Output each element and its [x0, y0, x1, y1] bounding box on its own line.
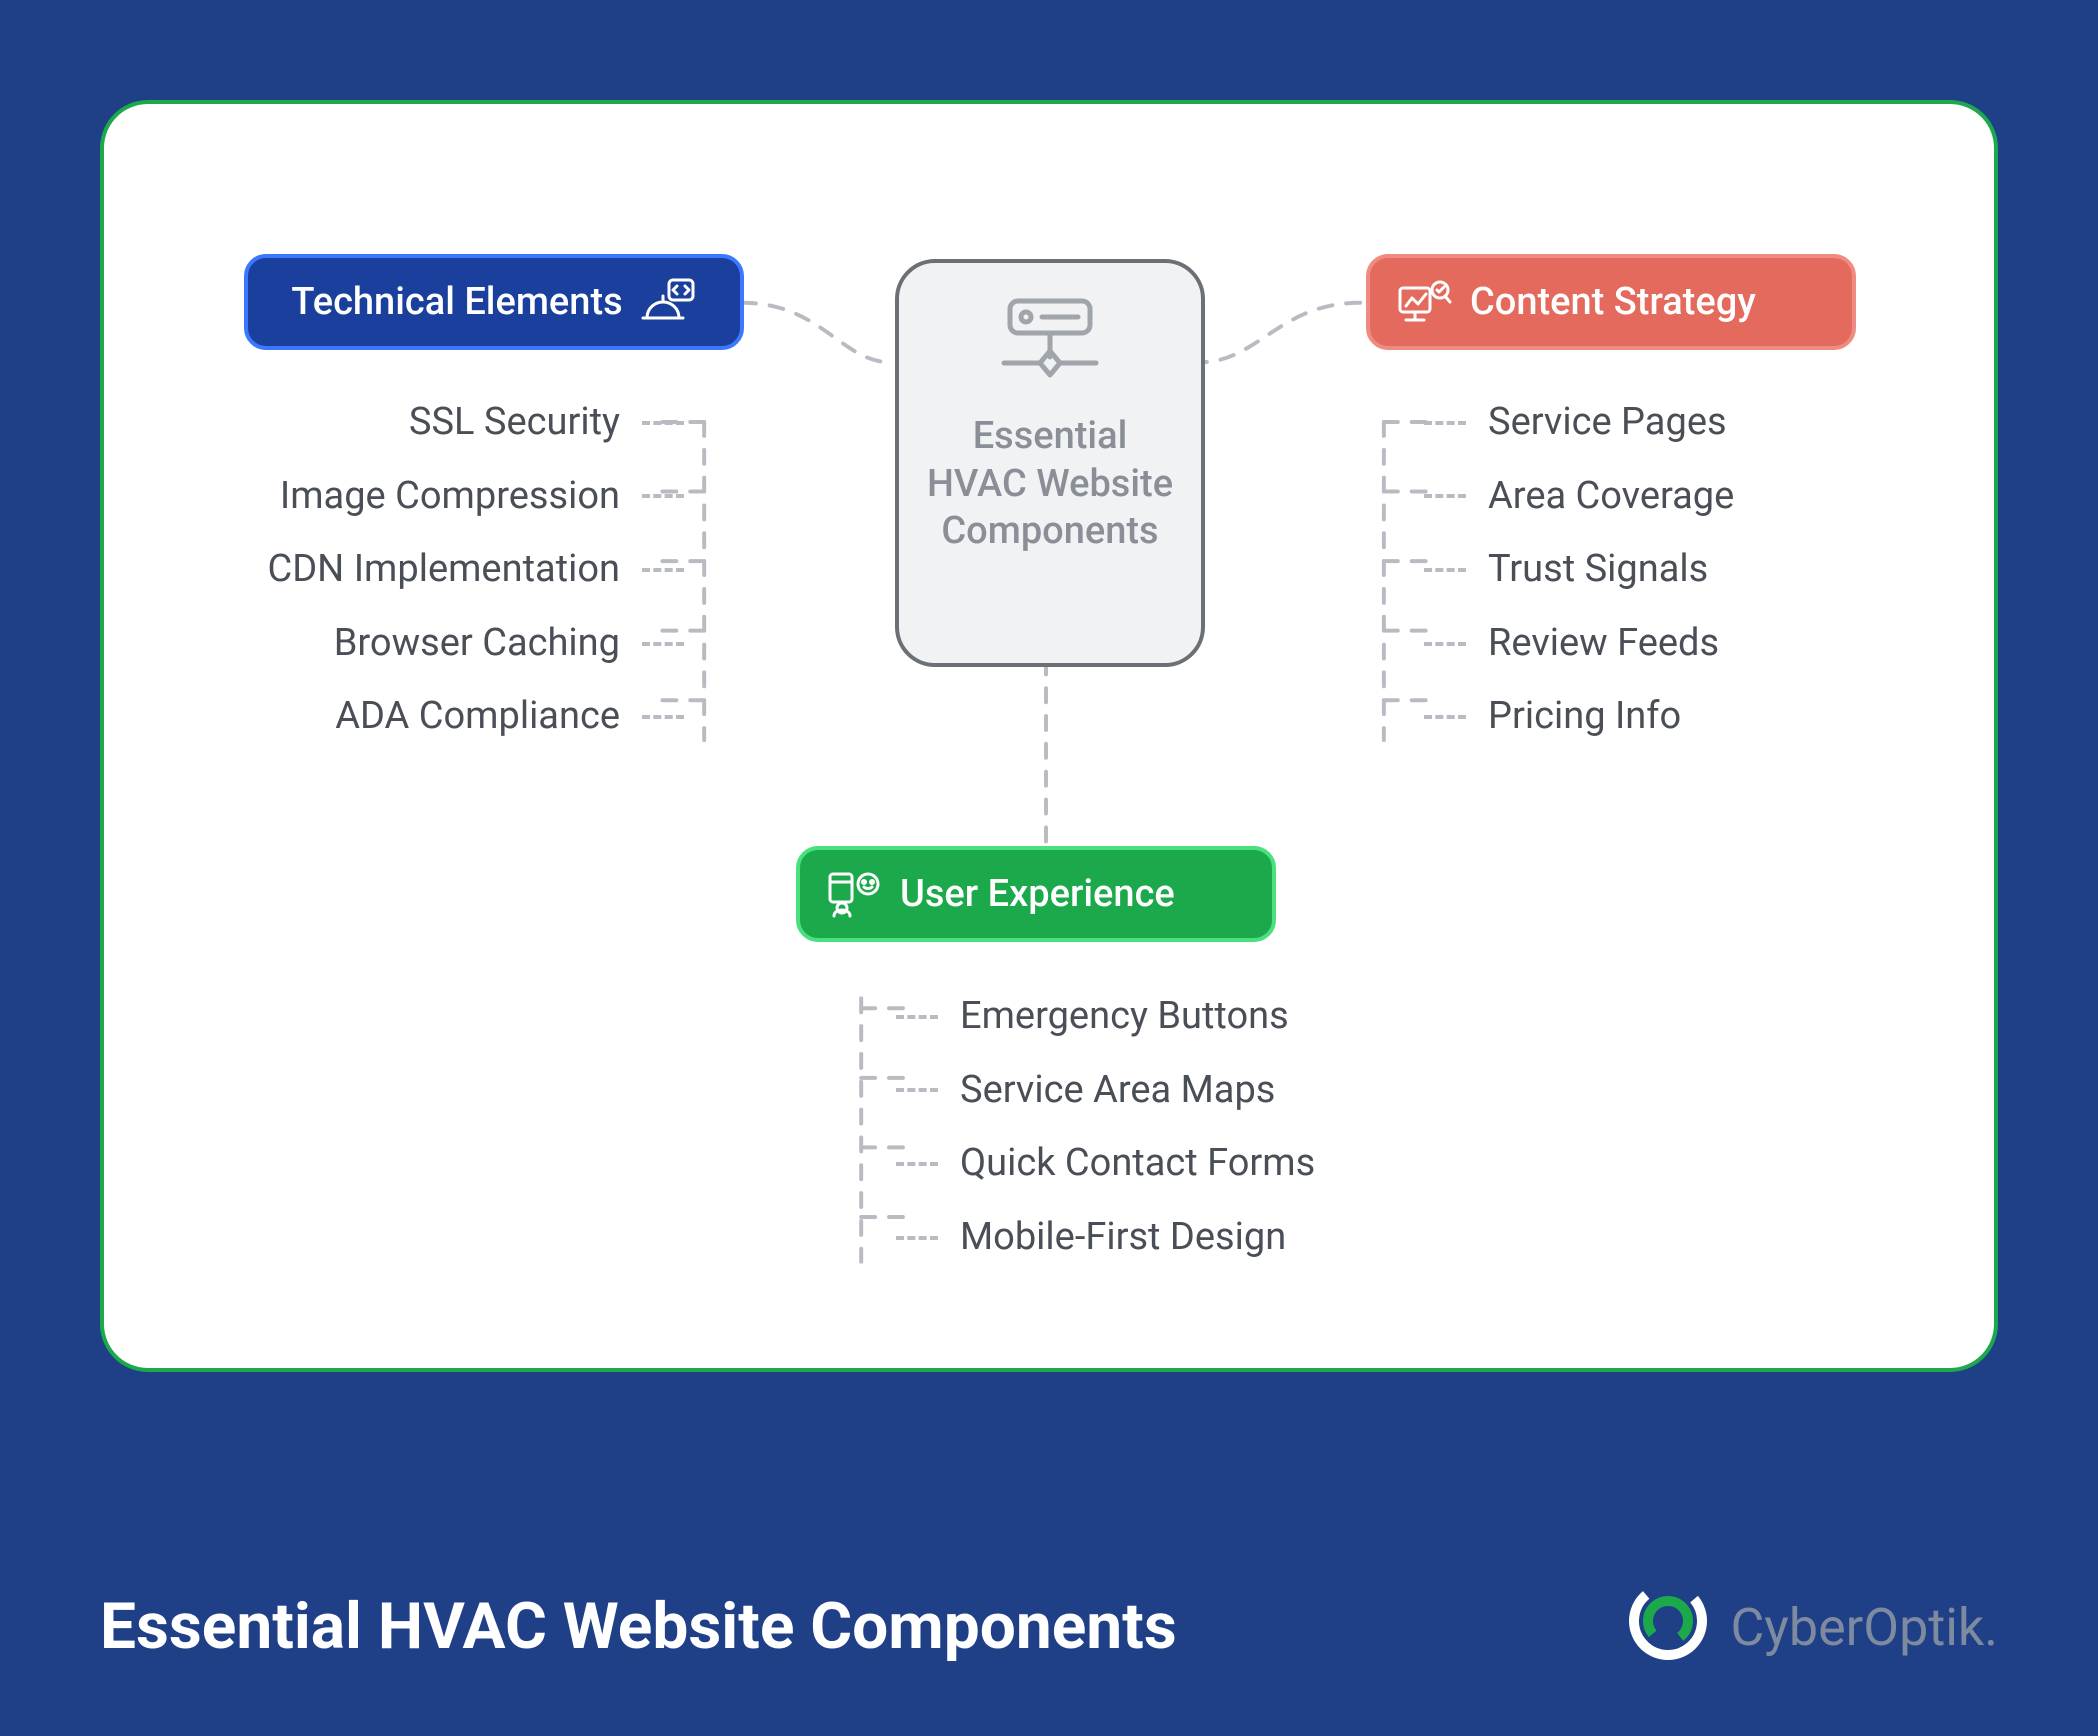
- connector-stub: [642, 421, 684, 425]
- brand-name: CyberOptik.: [1730, 1597, 1998, 1658]
- server-network-icon: [990, 293, 1110, 397]
- technical-items: SSL Security Image Compression CDN Imple…: [244, 400, 684, 740]
- category-content-label: Content Strategy: [1470, 280, 1756, 324]
- brand-mark-icon: [1626, 1579, 1710, 1676]
- center-node-label: Essential HVAC Website Components: [923, 413, 1177, 556]
- presentation-insight-icon: [1396, 278, 1452, 326]
- list-item: Mobile-First Design: [896, 1215, 1516, 1261]
- list-item: Emergency Buttons: [896, 994, 1516, 1040]
- category-ux-label: User Experience: [900, 872, 1175, 916]
- item-label: SSL Security: [409, 400, 620, 446]
- connector-stub: [896, 1162, 938, 1166]
- user-engagement-icon: [826, 870, 882, 918]
- list-item: CDN Implementation: [244, 547, 684, 593]
- item-label: Trust Signals: [1488, 547, 1708, 593]
- connector-stub: [642, 568, 684, 572]
- list-item: Pricing Info: [1424, 694, 1924, 740]
- item-label: Image Compression: [280, 474, 620, 520]
- item-label: Area Coverage: [1488, 474, 1734, 520]
- item-label: Pricing Info: [1488, 694, 1681, 740]
- list-item: ADA Compliance: [244, 694, 684, 740]
- connector-stub: [1424, 715, 1466, 719]
- connector-stub: [642, 494, 684, 498]
- content-items: Service Pages Area Coverage Trust Signal…: [1424, 400, 1924, 740]
- connector-stub: [642, 642, 684, 646]
- connector-stub: [896, 1088, 938, 1092]
- item-label: Quick Contact Forms: [960, 1141, 1315, 1187]
- ux-items: Emergency Buttons Service Area Maps Quic…: [896, 994, 1516, 1260]
- footer: Essential HVAC Website Components CyberO…: [100, 1579, 1998, 1676]
- category-technical-label: Technical Elements: [291, 280, 622, 324]
- connector-stub: [1424, 642, 1466, 646]
- item-label: Service Pages: [1488, 400, 1727, 446]
- item-label: Emergency Buttons: [960, 994, 1289, 1040]
- list-item: Image Compression: [244, 474, 684, 520]
- item-label: Review Feeds: [1488, 621, 1719, 667]
- page-title: Essential HVAC Website Components: [100, 1589, 1177, 1666]
- code-hardhat-icon: [641, 278, 697, 326]
- category-ux: User Experience: [796, 846, 1276, 942]
- connector-stub: [896, 1236, 938, 1240]
- item-label: CDN Implementation: [268, 547, 620, 593]
- connector-stub: [896, 1015, 938, 1019]
- list-item: Review Feeds: [1424, 621, 1924, 667]
- connector-stub: [1424, 421, 1466, 425]
- list-item: SSL Security: [244, 400, 684, 446]
- list-item: Quick Contact Forms: [896, 1141, 1516, 1187]
- connector-stub: [1424, 568, 1466, 572]
- item-label: Mobile-First Design: [960, 1215, 1286, 1261]
- list-item: Service Area Maps: [896, 1068, 1516, 1114]
- center-node: Essential HVAC Website Components: [895, 259, 1205, 667]
- category-content: Content Strategy: [1366, 254, 1856, 350]
- list-item: Service Pages: [1424, 400, 1924, 446]
- connector-stub: [642, 715, 684, 719]
- diagram-canvas: Essential HVAC Website Components Techni…: [100, 100, 1998, 1372]
- item-label: ADA Compliance: [335, 694, 620, 740]
- connector-stub: [1424, 494, 1466, 498]
- list-item: Trust Signals: [1424, 547, 1924, 593]
- brand-logo: CyberOptik.: [1626, 1579, 1998, 1676]
- list-item: Area Coverage: [1424, 474, 1924, 520]
- category-technical: Technical Elements: [244, 254, 744, 350]
- item-label: Browser Caching: [334, 621, 620, 667]
- item-label: Service Area Maps: [960, 1068, 1275, 1114]
- list-item: Browser Caching: [244, 621, 684, 667]
